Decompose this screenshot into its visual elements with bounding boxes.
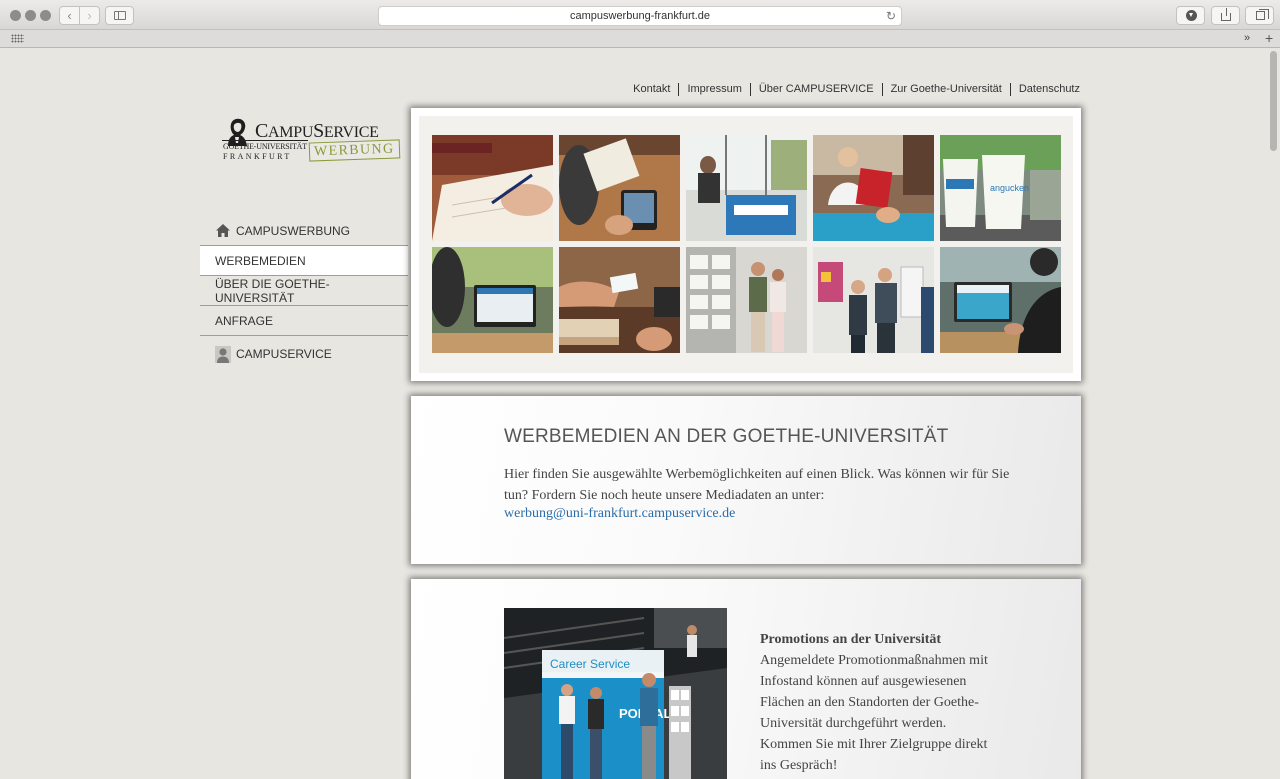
sidebar-toggle-button[interactable] xyxy=(105,6,134,25)
gallery-grid: angucken xyxy=(419,116,1073,373)
gallery-photo-infostand[interactable] xyxy=(686,135,807,241)
nav-item-label: CAMPUSWERBUNG xyxy=(236,223,351,238)
cup-print-text: angucken xyxy=(990,183,1029,193)
download-icon xyxy=(1186,10,1197,21)
gallery-photo-monitor[interactable] xyxy=(432,247,553,353)
photo-coffeecups-image: angucken xyxy=(940,135,1061,241)
gallery-photo-displaystand[interactable] xyxy=(686,247,807,353)
page-scrollbar[interactable] xyxy=(1270,51,1277,151)
booth-brand-text: Career Service xyxy=(550,657,630,671)
gallery-panel: angucken xyxy=(411,108,1081,381)
close-window-button[interactable] xyxy=(10,10,21,21)
gallery-photo-tablet[interactable] xyxy=(559,135,680,241)
gallery-photo-laptop[interactable] xyxy=(940,247,1061,353)
logo-wordmark-ampu: AMPU xyxy=(268,124,314,141)
toplink-impressum[interactable]: Impressum xyxy=(679,83,751,96)
nav-item-label: CAMPUSERVICE xyxy=(236,347,332,361)
logo-wordmark-ervice: ERVICE xyxy=(323,124,379,141)
person-icon xyxy=(215,345,231,363)
browser-titlebar: ‹ › campuswerbung-frankfurt.de ↻ xyxy=(0,0,1280,30)
forward-button[interactable]: › xyxy=(79,7,99,24)
history-nav: ‹ › xyxy=(59,6,100,25)
logo-wordmark-c: C xyxy=(255,120,269,142)
nav-item-label: ANFRAGE xyxy=(215,313,274,328)
nav-item-label: ÜBER DIE GOETHE-UNIVERSITÄT xyxy=(215,276,330,305)
new-tab-icon[interactable]: + xyxy=(1265,30,1273,47)
minimize-window-button[interactable] xyxy=(25,10,36,21)
campuservice-logo[interactable]: CAMPUSERVICE GOETHE-UNIVERSITÄT FRANKFUR… xyxy=(222,117,400,167)
share-icon xyxy=(1221,8,1231,21)
top-sites-grid-icon[interactable] xyxy=(11,34,24,43)
home-icon xyxy=(216,224,230,237)
toplink-datenschutz[interactable]: Datenschutz xyxy=(1011,83,1080,96)
photo-infostand-image xyxy=(686,135,807,241)
share-button[interactable] xyxy=(1211,6,1240,25)
gallery-photo-coffeecups[interactable]: angucken xyxy=(940,135,1061,241)
intro-title: WERBEMEDIEN AN DER GOETHE-UNIVERSITÄT xyxy=(504,426,949,447)
gallery-photo-card[interactable] xyxy=(559,247,680,353)
logo-wordmark-s: S xyxy=(313,120,324,142)
promo-photo[interactable]: Career Service PORTAL xyxy=(504,608,727,779)
email-link[interactable]: werbung@uni-frankfurt.campuservice.de xyxy=(504,506,735,522)
photo-laptop-image xyxy=(940,247,1061,353)
logo-werbung-stamp: WERBUNG xyxy=(308,139,400,162)
page-viewport: Kontakt Impressum Über CAMPUSERVICE Zur … xyxy=(0,49,1280,779)
promo-title: Promotions an der Universität xyxy=(760,632,942,647)
photo-library-image xyxy=(813,135,934,241)
photo-tablet-image xyxy=(559,135,680,241)
nav-item-ueber-goethe-universitaet[interactable]: ÜBER DIE GOETHE-UNIVERSITÄT xyxy=(200,276,408,306)
promotions-panel: Career Service PORTAL xyxy=(411,579,1081,779)
photo-card-image xyxy=(559,247,680,353)
logo-city-line: FRANKFURT xyxy=(223,152,292,161)
gallery-photo-students[interactable] xyxy=(813,247,934,353)
tabs-icon xyxy=(1256,9,1269,20)
intro-panel: WERBEMEDIEN AN DER GOETHE-UNIVERSITÄT Hi… xyxy=(411,396,1081,564)
top-links: Kontakt Impressum Über CAMPUSERVICE Zur … xyxy=(625,83,1080,96)
zoom-window-button[interactable] xyxy=(40,10,51,21)
logo-divider xyxy=(222,140,308,141)
photo-monitor-image xyxy=(432,247,553,353)
photo-writing-image xyxy=(432,135,553,241)
sidebar-icon xyxy=(114,11,126,20)
nav-item-anfrage[interactable]: ANFRAGE xyxy=(200,306,408,336)
bookmarks-bar: » + xyxy=(0,30,1280,48)
tab-overview-button[interactable] xyxy=(1245,6,1274,25)
gallery-photo-writing[interactable] xyxy=(432,135,553,241)
more-bookmarks-icon[interactable]: » xyxy=(1244,30,1250,47)
nav-item-campuswerbung[interactable]: CAMPUSWERBUNG xyxy=(200,216,408,246)
promo-text-block: Promotions an der Universität Angemeldet… xyxy=(760,629,990,776)
main-nav: CAMPUSWERBUNG WERBEMEDIEN ÜBER DIE GOETH… xyxy=(200,216,408,372)
logo-university-line: GOETHE-UNIVERSITÄT xyxy=(223,142,307,151)
toplink-ueber-campuservice[interactable]: Über CAMPUSERVICE xyxy=(751,83,883,96)
back-button[interactable]: ‹ xyxy=(60,7,79,24)
downloads-button[interactable] xyxy=(1176,6,1205,25)
nav-item-label: WERBEMEDIEN xyxy=(215,253,306,268)
address-text: campuswerbung-frankfurt.de xyxy=(569,10,710,22)
gallery-photo-library[interactable] xyxy=(813,135,934,241)
photo-students-image xyxy=(813,247,934,353)
promo-description: Angemeldete Promotionmaßnahmen mit Infos… xyxy=(760,653,988,773)
toplink-goethe-universitaet[interactable]: Zur Goethe-Universität xyxy=(883,83,1011,96)
intro-text: Hier finden Sie ausgewählte Werbemöglich… xyxy=(504,467,1010,503)
promo-infostand-image: Career Service PORTAL xyxy=(504,608,727,779)
address-bar[interactable]: campuswerbung-frankfurt.de ↻ xyxy=(378,6,902,26)
photo-displaystand-image xyxy=(686,247,807,353)
reload-icon[interactable]: ↻ xyxy=(886,7,896,25)
toplink-kontakt[interactable]: Kontakt xyxy=(625,83,680,96)
nav-item-werbemedien[interactable]: WERBEMEDIEN xyxy=(200,246,408,276)
nav-item-campuservice[interactable]: CAMPUSERVICE xyxy=(200,336,408,372)
